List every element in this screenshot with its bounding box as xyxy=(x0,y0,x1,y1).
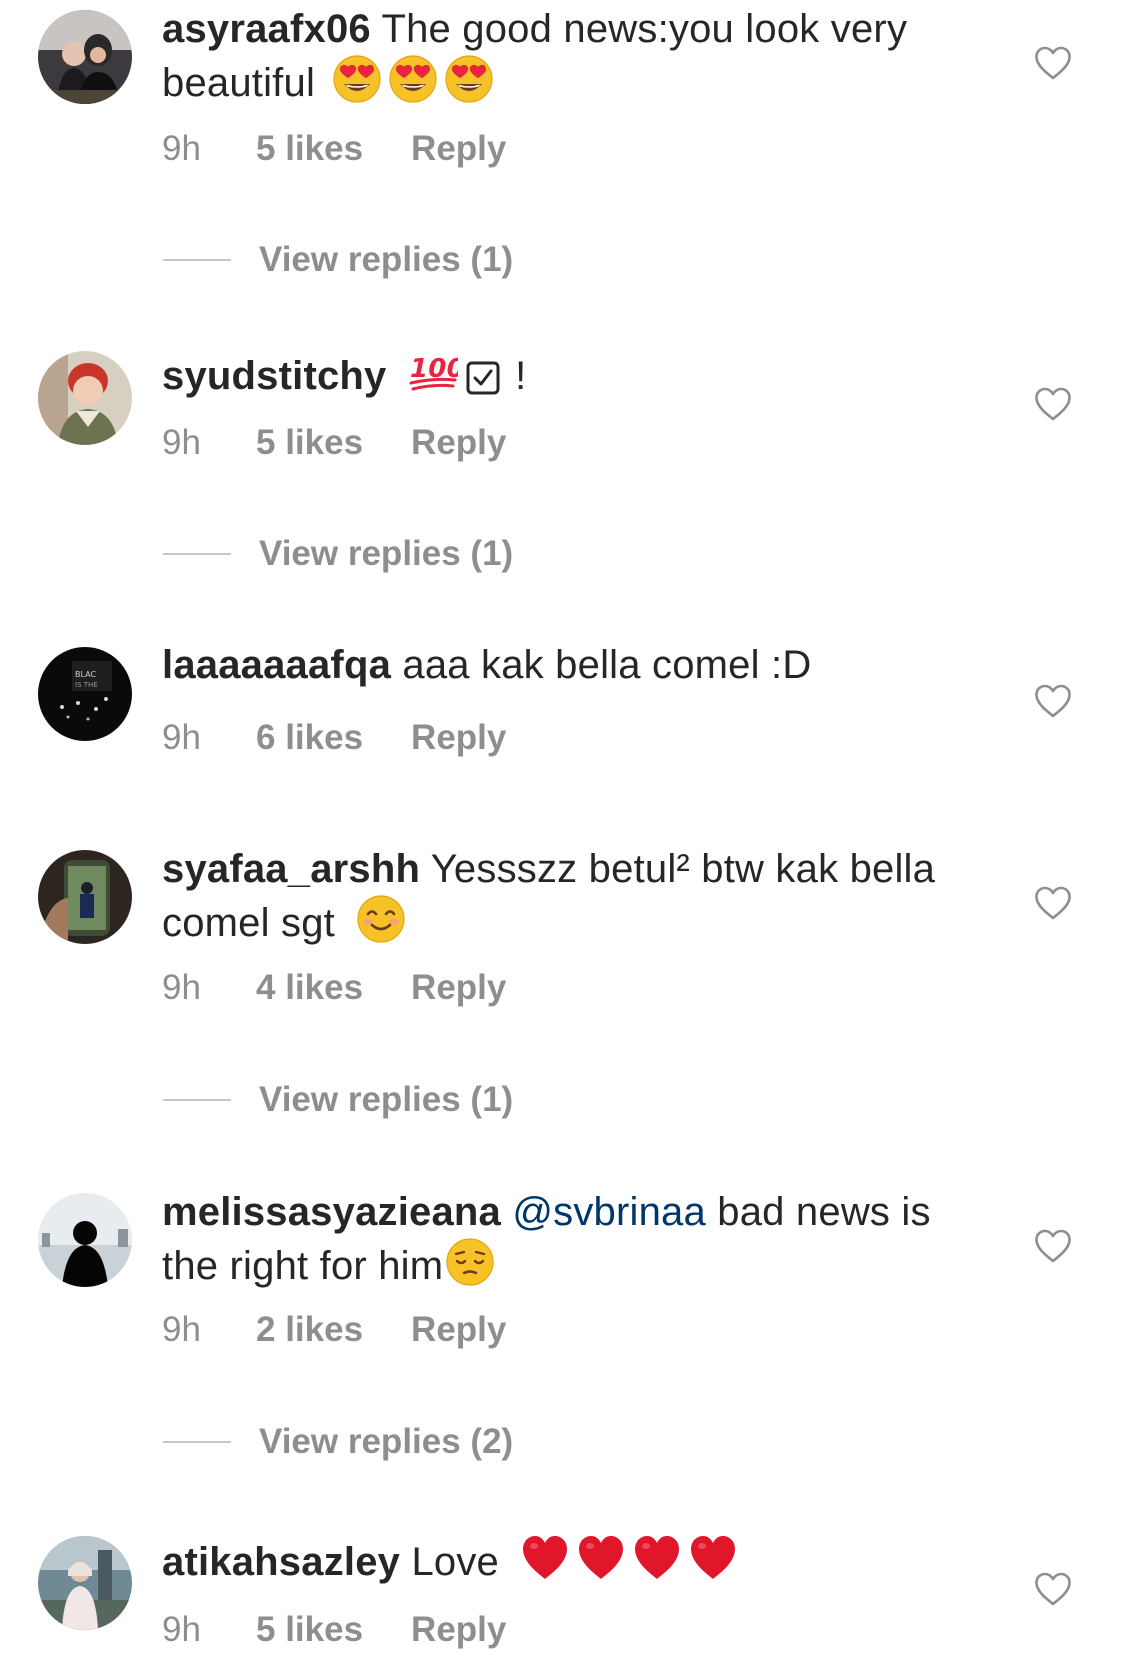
reply-button[interactable]: Reply xyxy=(411,1310,506,1350)
comment-time: 9h xyxy=(162,968,201,1007)
view-replies-label: View replies (1) xyxy=(259,534,514,573)
comment-username[interactable]: atikahsazley xyxy=(162,1540,400,1584)
comment-likes[interactable]: 5 likes xyxy=(256,423,363,463)
view-replies-button[interactable]: View replies (2) xyxy=(163,1422,513,1462)
comment-username[interactable]: syafaa_arshh xyxy=(162,847,420,891)
like-heart-icon[interactable] xyxy=(1034,886,1072,920)
comment-likes[interactable]: 6 likes xyxy=(256,718,363,758)
comment-meta: 9h 4 likes Reply xyxy=(162,968,506,1008)
comment-username[interactable]: melissasyazieana xyxy=(162,1190,501,1234)
comment-body: melissasyazieana @svbrinaa bad news is t… xyxy=(162,1188,962,1291)
view-replies-button[interactable]: View replies (1) xyxy=(163,1080,513,1120)
divider-line xyxy=(163,258,231,261)
comment-body: laaaaaaafqa aaa kak bella comel :D xyxy=(162,641,962,690)
view-replies-button[interactable]: View replies (1) xyxy=(163,240,513,280)
hundred-points-emoji-icon xyxy=(408,347,458,397)
check-box-emoji-icon xyxy=(464,357,504,397)
comment-meta: 9h 2 likes Reply xyxy=(162,1310,506,1350)
red-heart-emoji-icon xyxy=(520,1533,570,1583)
comment-likes[interactable]: 5 likes xyxy=(256,129,363,169)
comment-meta: 9h 5 likes Reply xyxy=(162,1610,506,1650)
comment-meta: 9h 5 likes Reply xyxy=(162,423,506,463)
avatar[interactable] xyxy=(38,351,132,445)
svg-text:IS THE: IS THE xyxy=(75,681,98,689)
comment-time: 9h xyxy=(162,1610,201,1649)
avatar[interactable] xyxy=(38,1536,132,1630)
reply-button[interactable]: Reply xyxy=(411,129,506,169)
reply-button[interactable]: Reply xyxy=(411,423,506,463)
pensive-face-emoji-icon xyxy=(445,1237,495,1287)
like-heart-icon[interactable] xyxy=(1034,387,1072,421)
comment-body: syafaa_arshh Yessszz betul² btw kak bell… xyxy=(162,845,962,948)
view-replies-button[interactable]: View replies (1) xyxy=(163,534,513,574)
comment-text: ! xyxy=(515,354,527,398)
divider-line xyxy=(163,1098,231,1101)
avatar[interactable] xyxy=(38,10,132,104)
smiling-face-emoji-icon xyxy=(356,894,406,944)
mention-link[interactable]: @svbrinaa xyxy=(512,1190,706,1234)
like-heart-icon[interactable] xyxy=(1034,684,1072,718)
red-heart-emoji-icon xyxy=(576,1533,626,1583)
comment-text: aaa kak bella comel :D xyxy=(402,643,812,687)
reply-button[interactable]: Reply xyxy=(411,718,506,758)
comment-time: 9h xyxy=(162,129,201,168)
comment-likes[interactable]: 4 likes xyxy=(256,968,363,1008)
heart-eyes-emoji-icon xyxy=(388,54,438,104)
comment-likes[interactable]: 2 likes xyxy=(256,1310,363,1350)
divider-line xyxy=(163,552,231,555)
comment-time: 9h xyxy=(162,1310,201,1349)
red-heart-emoji-icon xyxy=(688,1533,738,1583)
divider-line xyxy=(163,1440,231,1443)
comment-likes[interactable]: 5 likes xyxy=(256,1610,363,1650)
heart-eyes-emoji-icon xyxy=(332,54,382,104)
comment-body: atikahsazley Love xyxy=(162,1533,962,1587)
comment-username[interactable]: laaaaaaafqa xyxy=(162,643,391,687)
comment-meta: 9h 6 likes Reply xyxy=(162,718,506,758)
avatar[interactable]: BLAC IS THE xyxy=(38,647,132,741)
comment-meta: 9h 5 likes Reply xyxy=(162,129,506,169)
like-heart-icon[interactable] xyxy=(1034,1572,1072,1606)
comment-username[interactable]: syudstitchy xyxy=(162,354,387,398)
view-replies-label: View replies (2) xyxy=(259,1422,514,1461)
comment-text: Love xyxy=(411,1540,499,1584)
reply-button[interactable]: Reply xyxy=(411,1610,506,1650)
comment-time: 9h xyxy=(162,718,201,757)
comment-body: syudstitchy ! xyxy=(162,347,962,401)
like-heart-icon[interactable] xyxy=(1034,46,1072,80)
svg-text:BLAC: BLAC xyxy=(75,670,96,679)
avatar[interactable] xyxy=(38,850,132,944)
red-heart-emoji-icon xyxy=(632,1533,682,1583)
comment-time: 9h xyxy=(162,423,201,462)
comment-body: asyraafx06 The good news:you look very b… xyxy=(162,5,962,108)
reply-button[interactable]: Reply xyxy=(411,968,506,1008)
like-heart-icon[interactable] xyxy=(1034,1229,1072,1263)
view-replies-label: View replies (1) xyxy=(259,240,514,279)
heart-eyes-emoji-icon xyxy=(444,54,494,104)
avatar[interactable] xyxy=(38,1193,132,1287)
comment-username[interactable]: asyraafx06 xyxy=(162,7,371,51)
view-replies-label: View replies (1) xyxy=(259,1080,514,1119)
